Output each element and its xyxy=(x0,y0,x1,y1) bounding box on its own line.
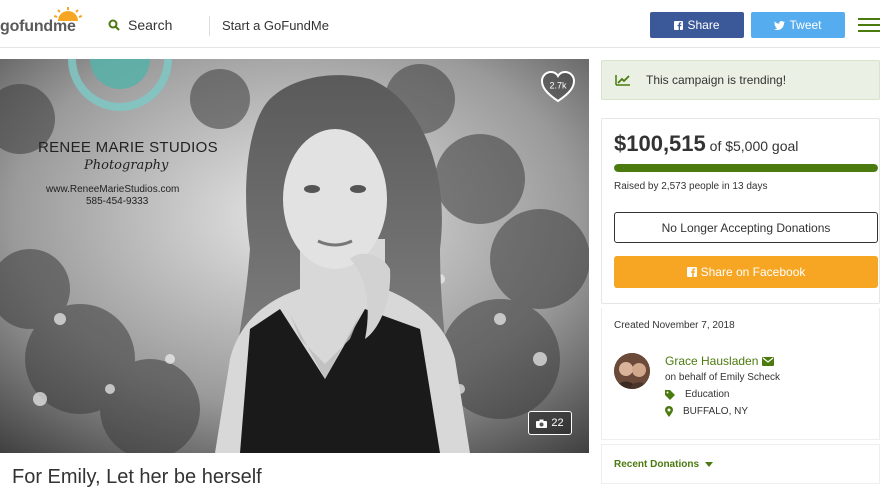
hamburger-menu-icon[interactable] xyxy=(858,18,880,32)
donation-card: $100,515 of $5,000 goal Raised by 2,573 … xyxy=(601,118,880,304)
tweet-label: Tweet xyxy=(789,18,822,32)
trending-banner: This campaign is trending! xyxy=(601,60,880,100)
no-longer-accepting-button[interactable]: No Longer Accepting Donations xyxy=(614,212,878,243)
start-gofundme-link[interactable]: Start a GoFundMe xyxy=(222,18,329,33)
campaign-hero-image[interactable]: RENEE MARIE STUDIOS Photography www.Rene… xyxy=(0,59,589,453)
organizer-name-link[interactable]: Grace Hausladen xyxy=(665,354,775,368)
avatar-photo xyxy=(614,353,650,389)
heart-count: 2.7k xyxy=(549,81,567,91)
photo-count-button[interactable]: 22 xyxy=(528,411,572,435)
recent-donations-toggle[interactable]: Recent Donations xyxy=(614,459,714,470)
on-behalf-text: on behalf of Emily Scheck xyxy=(665,372,781,383)
trending-chart-icon xyxy=(615,75,630,86)
chevron-down-icon xyxy=(705,462,714,467)
sun-logo-icon xyxy=(54,7,82,21)
heart-icon[interactable]: 2.7k xyxy=(540,70,576,104)
location-row: BUFFALO, NY xyxy=(665,406,748,417)
progress-bar xyxy=(614,164,878,172)
photo-count-label: 22 xyxy=(551,417,564,429)
avatar[interactable] xyxy=(614,353,650,389)
facebook-icon xyxy=(674,20,684,30)
share-label: Share xyxy=(687,18,720,32)
created-date: Created November 7, 2018 xyxy=(614,320,735,331)
progress-fill xyxy=(614,164,878,172)
organizer-name: Grace Hausladen xyxy=(665,354,759,368)
recent-donations-section[interactable]: Recent Donations xyxy=(601,444,880,484)
campaign-title: For Emily, Let her be herself xyxy=(12,466,262,488)
watermark-website: www.ReneeMarieStudios.com xyxy=(46,184,180,195)
header-divider xyxy=(209,16,210,36)
twitter-icon xyxy=(774,20,786,30)
site-header: gofundme Search Start a GoFundMe Share T… xyxy=(0,0,880,48)
twitter-tweet-button[interactable]: Tweet xyxy=(751,12,845,38)
fb-share-label: Share on Facebook xyxy=(700,265,806,279)
watermark-subtitle: Photography xyxy=(84,158,169,173)
envelope-icon[interactable] xyxy=(762,356,775,366)
search-icon xyxy=(108,19,120,31)
facebook-icon xyxy=(686,267,697,277)
camera-icon xyxy=(536,419,548,428)
category-row[interactable]: Education xyxy=(665,389,729,400)
tag-icon xyxy=(665,389,675,400)
raised-amount: $100,515 of $5,000 goal xyxy=(614,131,798,157)
organizer-card: Created November 7, 2018 Grace Hausladen… xyxy=(601,308,880,440)
search-label: Search xyxy=(128,17,173,33)
portrait-photo xyxy=(0,59,589,453)
map-pin-icon xyxy=(665,406,673,417)
watermark-studio: RENEE MARIE STUDIOS xyxy=(38,139,218,156)
facebook-share-button[interactable]: Share xyxy=(650,12,744,38)
raised-by-text: Raised by 2,573 people in 13 days xyxy=(614,181,768,192)
search-link[interactable]: Search xyxy=(108,16,172,34)
recent-donations-label: Recent Donations xyxy=(614,459,700,470)
location-label: BUFFALO, NY xyxy=(683,406,749,417)
amount-raised: $100,515 xyxy=(614,131,706,156)
watermark-phone: 585-454-9333 xyxy=(86,196,149,207)
category-label: Education xyxy=(685,389,730,400)
goal-text: of $5,000 goal xyxy=(709,138,799,154)
trending-text: This campaign is trending! xyxy=(646,73,787,87)
share-on-facebook-button[interactable]: Share on Facebook xyxy=(614,256,878,288)
